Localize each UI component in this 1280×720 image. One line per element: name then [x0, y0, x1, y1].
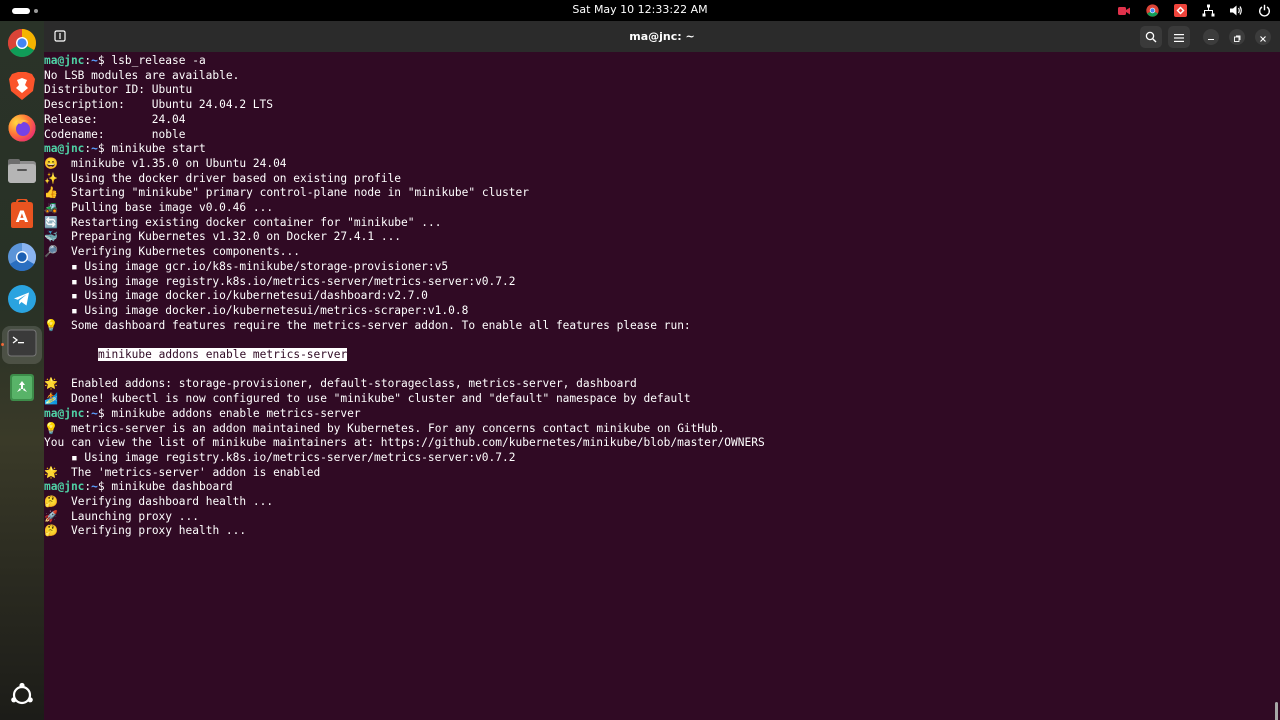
terminal-line: ma@jnc:~$ minikube start	[44, 142, 206, 156]
dock-item-chromium[interactable]	[6, 243, 38, 275]
command-text: minikube dashboard	[111, 480, 233, 494]
emoji-icon: 💡	[44, 318, 58, 332]
volume-icon[interactable]	[1228, 3, 1244, 19]
emoji-icon: 🔄	[44, 215, 58, 229]
system-tray	[1116, 2, 1272, 19]
hamburger-menu-icon	[1173, 28, 1185, 47]
chrome-tray-icon[interactable]	[1144, 3, 1160, 19]
terminal-line: 🚜 Pulling base image v0.0.46 ...	[44, 201, 274, 214]
chrome-icon	[7, 28, 37, 62]
terminal-output[interactable]: ma@jnc:~$ lsb_release -a No LSB modules …	[44, 52, 1280, 720]
search-button[interactable]	[1140, 26, 1162, 48]
terminal-line: 🏄 Done! kubectl is now configured to use …	[44, 392, 691, 406]
dock-item-files[interactable]	[6, 157, 38, 189]
clock[interactable]: Sat May 10 12:33:22 AM	[0, 3, 1280, 16]
dock-item-trash[interactable]	[6, 373, 38, 405]
selected-command-text[interactable]: minikube addons enable metrics-server	[98, 348, 348, 361]
terminal-line: ma@jnc:~$ minikube addons enable metrics…	[44, 406, 361, 420]
restore-icon	[1233, 28, 1241, 47]
terminal-line: 🤔 Verifying proxy health ...	[44, 524, 247, 538]
dock-item-terminal[interactable]	[2, 326, 42, 364]
terminal-line: ma@jnc:~$ minikube dashboard	[44, 480, 233, 494]
title-bar[interactable]: ma@jnc: ~	[44, 21, 1280, 52]
terminal-line: 🌟 Enabled addons: storage-provisioner, de…	[44, 377, 637, 391]
dock-item-firefox[interactable]	[6, 114, 38, 146]
minimize-button[interactable]	[1203, 29, 1219, 45]
terminal-line: You can view the list of minikube mainta…	[44, 436, 765, 450]
terminal-line: 🚀 Launching proxy ...	[44, 509, 199, 523]
dock: A	[0, 21, 44, 720]
emoji-icon: 🌟	[44, 465, 58, 479]
terminal-line: 🐳 Preparing Kubernetes v1.32.0 on Docker …	[44, 230, 402, 244]
terminal-line: 🌟 The 'metrics-server' addon is enabled	[44, 465, 321, 479]
dock-item-brave[interactable]	[6, 72, 38, 104]
close-button[interactable]	[1255, 29, 1271, 45]
terminal-line: 🔎 Verifying Kubernetes components...	[44, 245, 301, 259]
top-bar: Sat May 10 12:33:22 AM	[0, 0, 1280, 21]
emoji-icon: 👍	[44, 186, 58, 200]
power-icon[interactable]	[1256, 3, 1272, 19]
search-icon	[1145, 28, 1157, 47]
terminal-line: minikube addons enable metrics-server	[98, 348, 348, 363]
terminal-line: 💡 metrics-server is an addon maintained b…	[44, 421, 725, 435]
emoji-icon: 🤔	[44, 524, 58, 538]
terminal-line: 🔄 Restarting existing docker container fo…	[44, 215, 442, 229]
telegram-icon	[7, 284, 37, 318]
terminal-line: Release: 24.04	[44, 112, 186, 126]
terminal-line: ▪ Using image docker.io/kubernetesui/das…	[44, 289, 428, 303]
terminal-line: ▪ Using image registry.k8s.io/metrics-se…	[44, 274, 516, 288]
terminal-line: ▪ Using image docker.io/kubernetesui/met…	[44, 303, 469, 317]
dock-item-app-center[interactable]: A	[6, 197, 38, 233]
terminal-line: ▪ Using image gcr.io/k8s-minikube/storag…	[44, 259, 449, 273]
terminal-line: 💡 Some dashboard features require the met…	[44, 318, 691, 332]
command-text: lsb_release -a	[111, 54, 206, 67]
dock-item-chrome[interactable]	[6, 29, 38, 61]
terminal-line: Description: Ubuntu 24.04.2 LTS	[44, 98, 274, 112]
emoji-icon: 🚀	[44, 509, 58, 523]
emoji-icon: 🌟	[44, 377, 58, 391]
svg-text:A: A	[16, 207, 29, 226]
terminal-line: Codename: noble	[44, 127, 186, 141]
menu-button[interactable]	[1168, 26, 1190, 48]
scrollbar[interactable]	[1275, 702, 1278, 720]
command-text: minikube start	[111, 142, 206, 156]
emoji-icon: ✨	[44, 171, 58, 185]
terminal-line: 🤔 Verifying dashboard health ...	[44, 495, 274, 508]
files-icon	[7, 157, 37, 189]
dock-item-show-apps[interactable]	[6, 681, 38, 713]
chromium-icon	[7, 242, 37, 276]
emoji-icon: 🏄	[44, 392, 58, 406]
screen-record-icon[interactable]	[1116, 3, 1132, 19]
terminal-window: ma@jnc: ~ ma@jnc:~$ lsb_release -a No LS…	[44, 21, 1280, 720]
maximize-button[interactable]	[1229, 29, 1245, 45]
emoji-icon: 😄	[44, 156, 58, 170]
emoji-icon: 🔎	[44, 245, 58, 259]
close-icon	[1259, 28, 1267, 47]
terminal-line: No LSB modules are available.	[44, 68, 240, 82]
window-title: ma@jnc: ~	[629, 30, 695, 43]
show-apps-icon	[9, 682, 35, 712]
anydesk-tray-icon[interactable]	[1172, 3, 1188, 19]
brave-icon	[8, 71, 36, 105]
emoji-icon: 🚜	[44, 201, 58, 214]
emoji-icon: 💡	[44, 421, 58, 435]
emoji-icon: 🐳	[44, 230, 58, 244]
terminal-line: ▪ Using image registry.k8s.io/metrics-se…	[44, 450, 516, 464]
minimize-icon	[1207, 28, 1215, 47]
terminal-line: ✨ Using the docker driver based on existi…	[44, 171, 402, 185]
network-icon[interactable]	[1200, 3, 1216, 19]
emoji-icon: 🤔	[44, 495, 58, 508]
terminal-icon	[7, 329, 37, 361]
dock-item-telegram[interactable]	[6, 285, 38, 317]
firefox-icon	[7, 113, 37, 147]
app-center-icon: A	[8, 197, 36, 233]
terminal-line: 👍 Starting "minikube" primary control-pla…	[44, 186, 530, 200]
trash-icon	[8, 372, 36, 406]
terminal-line: 😄 minikube v1.35.0 on Ubuntu 24.04	[44, 156, 287, 170]
terminal-line: Distributor ID: Ubuntu	[44, 83, 193, 97]
command-text: minikube addons enable metrics-server	[111, 406, 361, 420]
terminal-line: ma@jnc:~$ lsb_release -a	[44, 54, 206, 67]
